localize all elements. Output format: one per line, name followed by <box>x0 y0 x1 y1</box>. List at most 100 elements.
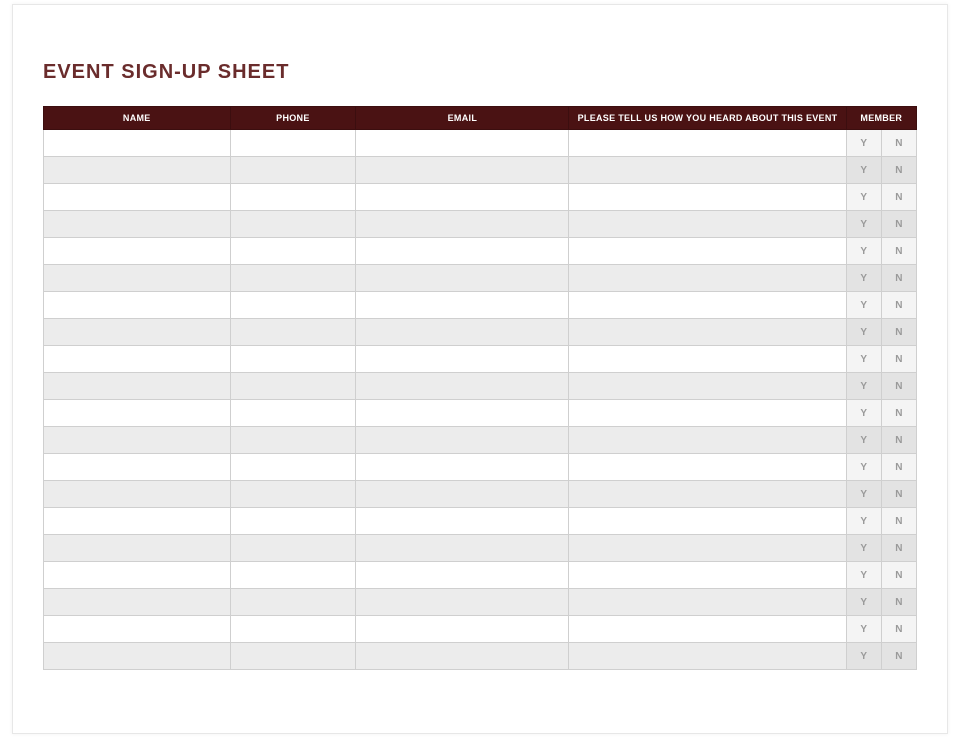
cell-phone[interactable] <box>230 211 356 238</box>
member-no-cell[interactable]: N <box>881 508 916 535</box>
member-yes-cell[interactable]: Y <box>846 373 881 400</box>
member-yes-cell[interactable]: Y <box>846 346 881 373</box>
cell-phone[interactable] <box>230 643 356 670</box>
member-yes-cell[interactable]: Y <box>846 130 881 157</box>
cell-phone[interactable] <box>230 589 356 616</box>
cell-heard[interactable] <box>569 427 846 454</box>
cell-phone[interactable] <box>230 130 356 157</box>
member-no-cell[interactable]: N <box>881 130 916 157</box>
member-yes-cell[interactable]: Y <box>846 319 881 346</box>
cell-heard[interactable] <box>569 481 846 508</box>
member-no-cell[interactable]: N <box>881 373 916 400</box>
cell-email[interactable] <box>356 346 569 373</box>
member-no-cell[interactable]: N <box>881 184 916 211</box>
cell-email[interactable] <box>356 319 569 346</box>
cell-phone[interactable] <box>230 454 356 481</box>
cell-name[interactable] <box>44 373 231 400</box>
cell-heard[interactable] <box>569 535 846 562</box>
cell-phone[interactable] <box>230 427 356 454</box>
cell-heard[interactable] <box>569 643 846 670</box>
cell-phone[interactable] <box>230 535 356 562</box>
cell-heard[interactable] <box>569 157 846 184</box>
member-no-cell[interactable]: N <box>881 346 916 373</box>
cell-phone[interactable] <box>230 238 356 265</box>
member-yes-cell[interactable]: Y <box>846 562 881 589</box>
member-no-cell[interactable]: N <box>881 589 916 616</box>
member-no-cell[interactable]: N <box>881 643 916 670</box>
cell-email[interactable] <box>356 157 569 184</box>
cell-heard[interactable] <box>569 319 846 346</box>
cell-name[interactable] <box>44 265 231 292</box>
cell-email[interactable] <box>356 643 569 670</box>
cell-phone[interactable] <box>230 157 356 184</box>
member-no-cell[interactable]: N <box>881 427 916 454</box>
cell-email[interactable] <box>356 265 569 292</box>
cell-email[interactable] <box>356 211 569 238</box>
member-yes-cell[interactable]: Y <box>846 454 881 481</box>
cell-name[interactable] <box>44 616 231 643</box>
cell-name[interactable] <box>44 400 231 427</box>
member-yes-cell[interactable]: Y <box>846 265 881 292</box>
cell-heard[interactable] <box>569 292 846 319</box>
cell-phone[interactable] <box>230 265 356 292</box>
member-no-cell[interactable]: N <box>881 265 916 292</box>
cell-heard[interactable] <box>569 184 846 211</box>
cell-email[interactable] <box>356 373 569 400</box>
member-no-cell[interactable]: N <box>881 535 916 562</box>
member-yes-cell[interactable]: Y <box>846 400 881 427</box>
cell-heard[interactable] <box>569 400 846 427</box>
cell-email[interactable] <box>356 562 569 589</box>
cell-heard[interactable] <box>569 562 846 589</box>
member-no-cell[interactable]: N <box>881 562 916 589</box>
member-yes-cell[interactable]: Y <box>846 535 881 562</box>
cell-heard[interactable] <box>569 589 846 616</box>
member-yes-cell[interactable]: Y <box>846 508 881 535</box>
cell-heard[interactable] <box>569 373 846 400</box>
cell-email[interactable] <box>356 616 569 643</box>
cell-email[interactable] <box>356 400 569 427</box>
cell-phone[interactable] <box>230 292 356 319</box>
cell-email[interactable] <box>356 292 569 319</box>
cell-heard[interactable] <box>569 508 846 535</box>
member-no-cell[interactable]: N <box>881 211 916 238</box>
cell-phone[interactable] <box>230 616 356 643</box>
cell-heard[interactable] <box>569 346 846 373</box>
cell-name[interactable] <box>44 184 231 211</box>
cell-name[interactable] <box>44 346 231 373</box>
cell-email[interactable] <box>356 589 569 616</box>
cell-phone[interactable] <box>230 481 356 508</box>
member-yes-cell[interactable]: Y <box>846 238 881 265</box>
cell-name[interactable] <box>44 589 231 616</box>
cell-email[interactable] <box>356 535 569 562</box>
cell-heard[interactable] <box>569 265 846 292</box>
cell-name[interactable] <box>44 535 231 562</box>
member-no-cell[interactable]: N <box>881 481 916 508</box>
cell-name[interactable] <box>44 238 231 265</box>
cell-name[interactable] <box>44 643 231 670</box>
member-yes-cell[interactable]: Y <box>846 616 881 643</box>
member-no-cell[interactable]: N <box>881 400 916 427</box>
member-yes-cell[interactable]: Y <box>846 643 881 670</box>
cell-email[interactable] <box>356 481 569 508</box>
cell-name[interactable] <box>44 211 231 238</box>
cell-phone[interactable] <box>230 508 356 535</box>
cell-phone[interactable] <box>230 373 356 400</box>
cell-email[interactable] <box>356 238 569 265</box>
cell-name[interactable] <box>44 157 231 184</box>
cell-phone[interactable] <box>230 319 356 346</box>
cell-name[interactable] <box>44 562 231 589</box>
cell-heard[interactable] <box>569 238 846 265</box>
member-no-cell[interactable]: N <box>881 157 916 184</box>
cell-heard[interactable] <box>569 130 846 157</box>
cell-heard[interactable] <box>569 211 846 238</box>
member-yes-cell[interactable]: Y <box>846 481 881 508</box>
cell-name[interactable] <box>44 454 231 481</box>
cell-name[interactable] <box>44 481 231 508</box>
cell-heard[interactable] <box>569 454 846 481</box>
member-yes-cell[interactable]: Y <box>846 157 881 184</box>
cell-email[interactable] <box>356 130 569 157</box>
cell-phone[interactable] <box>230 400 356 427</box>
cell-email[interactable] <box>356 184 569 211</box>
member-no-cell[interactable]: N <box>881 616 916 643</box>
member-no-cell[interactable]: N <box>881 238 916 265</box>
